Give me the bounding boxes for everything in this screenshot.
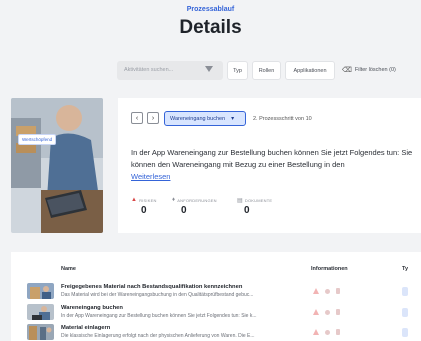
step-select-value: Wareneingang buchen [170,115,226,122]
shelves-thumbnail [27,324,54,340]
chevron-down-icon: ▾ [231,116,235,122]
warning-icon [313,288,319,294]
search-placeholder: Aktivitäten suchen... [124,67,174,73]
column-header-type[interactable]: Ty [402,266,408,272]
row-thumbnail [27,324,54,340]
warning-icon [313,309,319,315]
type-indicator [402,328,408,337]
value-adding-badge: Wertschöpfend [18,134,57,145]
page-eyebrow: Prozessablauf [186,6,235,13]
row-info-icons [313,329,340,335]
documents-count: 0 [244,205,250,216]
warning-icon [313,329,319,335]
step-select[interactable]: Wareneingang buchen ▾ [164,111,246,126]
process-image: Wertschöpfend [11,98,103,233]
pin-icon [325,288,330,294]
table-row-title[interactable]: Freigegebenes Material nach Bestandsqual… [61,284,242,290]
document-icon [336,309,340,315]
table-row-subtitle: In der App Wareneingang zur Bestellung b… [61,313,257,319]
row-info-icons [313,309,340,315]
type-indicator [402,287,408,296]
warehouse-thumbnail [27,283,54,299]
table-row-title[interactable]: Material einlagern [61,325,110,331]
pin-icon [325,329,330,335]
filter-applications-button[interactable]: Applikationen [285,61,335,80]
document-icon [336,288,340,294]
row-info-icons [313,288,340,294]
step-indicator: 2. Prozessschritt von 10 [253,116,312,122]
page-title: Details [179,17,242,38]
filter-type-button[interactable]: Typ [227,61,248,80]
pin-icon [325,309,330,315]
column-header-name[interactable]: Name [61,266,76,272]
clear-filters-button[interactable]: ⌫ Filter löschen (0) [342,66,396,74]
column-header-information[interactable]: Informationen [311,266,348,272]
eraser-icon: ⌫ [342,67,352,74]
chevron-right-icon: › [151,114,155,122]
clear-filters-label: Filter löschen (0) [354,67,396,73]
warning-icon: ▲ [131,197,138,203]
risks-count: 0 [141,205,147,216]
table-row-subtitle: Die klassische Einlagerung erfolgt nach … [61,333,255,339]
read-more-link[interactable]: Weiterlesen [131,172,170,181]
documents-stat-label: ▤ DOKUMENTE [237,198,273,204]
document-icon: ▤ [237,198,243,204]
next-step-button[interactable]: › [147,112,159,124]
table-row-subtitle: Das Material wird bei der Wareneingangsb… [61,292,254,298]
filter-roles-button[interactable]: Rollen [252,61,281,80]
requirements-count: 0 [181,205,187,216]
chevron-left-icon: ‹ [135,114,139,122]
requirements-stat-label: ♦ ANFORDERUNGEN [172,197,217,203]
warehouse-worker-illustration [11,98,103,233]
table-row-title[interactable]: Wareneingang buchen [61,305,123,311]
row-thumbnail [27,304,54,320]
type-indicator [402,308,408,317]
document-icon [336,329,340,335]
worker-laptop-thumbnail [27,304,54,320]
previous-step-button[interactable]: ‹ [131,112,143,124]
row-thumbnail [27,283,54,299]
risks-stat-label: ▲ RISIKEN [131,197,157,203]
filter-icon[interactable] [205,66,213,72]
step-description: In der App Wareneingang zur Bestellung b… [131,148,413,169]
pin-icon: ♦ [172,197,176,203]
